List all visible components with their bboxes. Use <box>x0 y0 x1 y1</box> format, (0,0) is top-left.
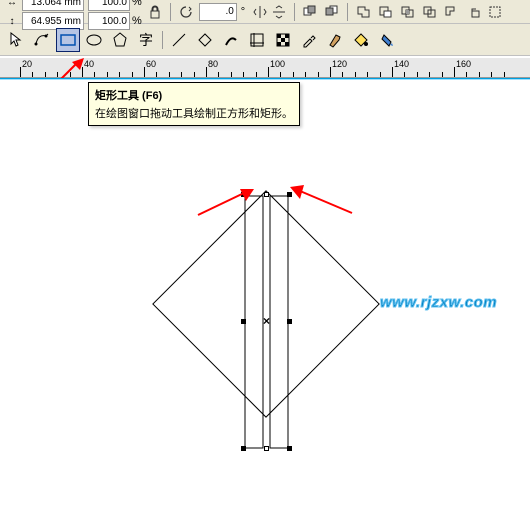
trim-icon[interactable] <box>376 3 394 21</box>
percent-label: % <box>132 0 142 8</box>
handle-mr[interactable] <box>287 319 292 324</box>
ruler-label: 160 <box>456 59 471 69</box>
scale-x-input[interactable] <box>88 0 130 11</box>
to-front-icon[interactable] <box>301 3 319 21</box>
width-input[interactable] <box>22 0 84 11</box>
intersect-icon[interactable] <box>398 3 416 21</box>
handle-bm[interactable] <box>264 446 269 451</box>
ruler-label: 100 <box>270 59 285 69</box>
text-tool[interactable]: 字 <box>134 28 158 52</box>
ruler-label: 20 <box>22 59 32 69</box>
tooltip-desc: 在绘图窗口拖动工具绘制正方形和矩形。 <box>95 105 293 121</box>
transparency-tool[interactable] <box>271 28 295 52</box>
handle-br[interactable] <box>287 446 292 451</box>
polygon-tool[interactable] <box>108 28 132 52</box>
horizontal-ruler: 20 40 60 80 100 120 140 160 <box>0 58 530 78</box>
handle-tm[interactable] <box>264 192 269 197</box>
ellipse-tool[interactable] <box>82 28 106 52</box>
tooltip: 矩形工具 (F6) 在绘图窗口拖动工具绘制正方形和矩形。 <box>88 82 300 126</box>
handle-tl[interactable] <box>241 192 246 197</box>
property-bar: ↔ ↕ % % ° <box>0 0 530 24</box>
crop-tool[interactable] <box>245 28 269 52</box>
to-back-icon[interactable] <box>323 3 341 21</box>
eyedropper-tool[interactable] <box>297 28 321 52</box>
outline-tool[interactable] <box>323 28 347 52</box>
front-minus-back-icon[interactable] <box>442 3 460 21</box>
percent-label: % <box>132 15 142 27</box>
ruler-label: 40 <box>84 59 94 69</box>
freehand-tool[interactable] <box>167 28 191 52</box>
smart-fill-tool[interactable] <box>193 28 217 52</box>
pick-tool[interactable] <box>4 28 28 52</box>
simplify-icon[interactable] <box>420 3 438 21</box>
toolbox: 字 <box>0 24 530 56</box>
canvas[interactable]: 矩形工具 (F6) 在绘图窗口拖动工具绘制正方形和矩形。 × www.rjzxw… <box>0 78 530 508</box>
rectangle-tool[interactable] <box>56 28 80 52</box>
drawing <box>110 178 400 478</box>
fill-tool[interactable] <box>349 28 373 52</box>
tooltip-title: 矩形工具 (F6) <box>95 87 293 103</box>
ruler-label: 60 <box>146 59 156 69</box>
handle-ml[interactable] <box>241 319 246 324</box>
boundary-icon[interactable] <box>486 3 504 21</box>
mirror-h-icon[interactable] <box>251 3 269 21</box>
ruler-label: 80 <box>208 59 218 69</box>
lock-ratio-icon[interactable] <box>146 3 164 21</box>
handle-bl[interactable] <box>241 446 246 451</box>
rotation-input[interactable] <box>199 3 237 21</box>
interactive-fill-tool[interactable] <box>375 28 399 52</box>
ruler-label: 140 <box>394 59 409 69</box>
shape-tool[interactable] <box>30 28 54 52</box>
back-minus-front-icon[interactable] <box>464 3 482 21</box>
degree-label: ° <box>241 6 245 18</box>
center-marker: × <box>263 314 270 328</box>
mirror-v-icon[interactable] <box>270 3 288 21</box>
weld-icon[interactable] <box>354 3 372 21</box>
width-icon: ↔ <box>4 0 20 10</box>
artistic-media-tool[interactable] <box>219 28 243 52</box>
handle-tr[interactable] <box>287 192 292 197</box>
watermark: www.rjzxw.com <box>380 294 497 311</box>
rotate-icon <box>177 3 195 21</box>
guide-line <box>0 78 530 80</box>
ruler-label: 120 <box>332 59 347 69</box>
